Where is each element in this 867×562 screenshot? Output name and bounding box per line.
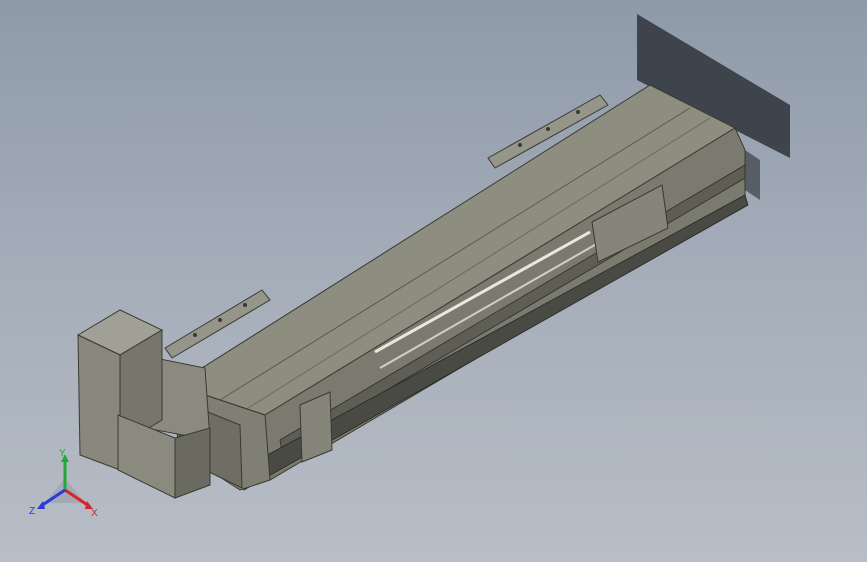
graphics-viewport[interactable]: Y X Z	[0, 0, 867, 562]
z-arrow-icon	[37, 501, 45, 509]
z-label: Z	[29, 506, 35, 517]
model-view[interactable]	[0, 0, 867, 562]
carriage-block-near	[299, 391, 333, 463]
orientation-triad[interactable]: Y X Z	[25, 448, 105, 518]
y-label: Y	[59, 448, 66, 459]
x-label: X	[91, 508, 98, 518]
shadow-panel-lower	[745, 150, 760, 200]
motor-lower-side	[174, 427, 211, 499]
